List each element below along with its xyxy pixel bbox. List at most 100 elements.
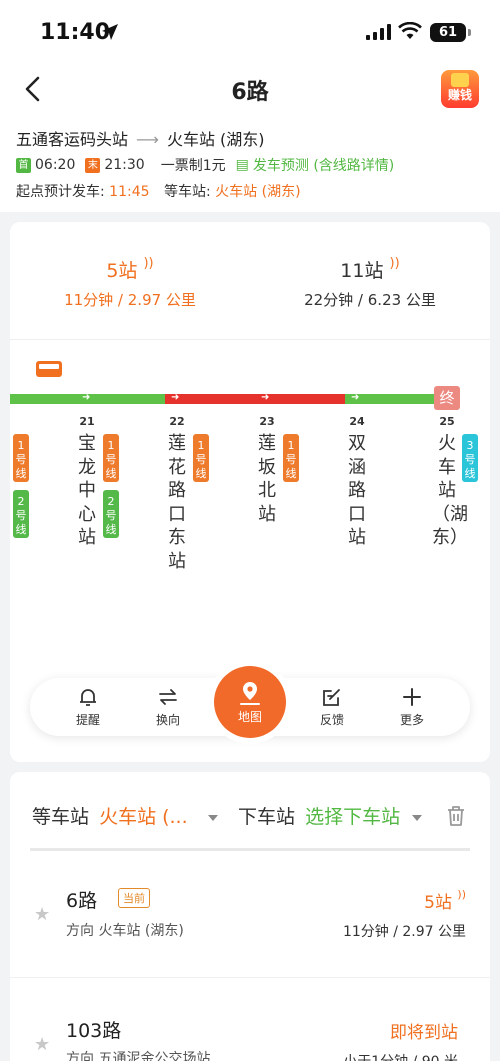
depart-time: 11:45 xyxy=(109,184,150,200)
cellular-signal-icon xyxy=(366,24,391,40)
metro-line-1-badge: 1号线 xyxy=(13,434,29,482)
bell-icon xyxy=(80,689,96,706)
bus-position-icon[interactable] xyxy=(36,361,62,377)
favorite-star-icon[interactable]: ★ xyxy=(34,904,50,925)
last-bus-tag: 末 xyxy=(85,157,101,173)
realtime-signal-icon: )) xyxy=(143,256,154,271)
stop-number: 24 xyxy=(349,415,365,428)
bus-eta-2[interactable]: 11站 )) 22分钟 / 6.23 公里 xyxy=(250,256,490,310)
chevron-down-icon xyxy=(207,814,218,821)
divider xyxy=(10,339,490,340)
feedback-label: 反馈 xyxy=(319,713,344,727)
last-bus-time: 21:30 xyxy=(104,157,145,173)
bus-eta-1-detail: 11分钟 / 2.97 公里 xyxy=(64,291,196,309)
route-origin: 五通客运码头站 xyxy=(16,130,129,149)
bus-eta-1[interactable]: 5站 )) 11分钟 / 2.97 公里 xyxy=(10,256,250,310)
location-arrow-icon xyxy=(102,24,118,40)
terminal-tag: 终 xyxy=(434,386,460,410)
switch-direction-button[interactable]: 换向 xyxy=(138,686,198,728)
status-bar: 11:40 61 xyxy=(0,0,500,66)
stop-number: 23 xyxy=(259,415,275,428)
stop-number: 21 xyxy=(79,415,95,428)
stop-name-railway-station[interactable]: 火车站（湖东） xyxy=(432,432,468,550)
wait-selector-label: 等车站 xyxy=(32,806,90,828)
realtime-signal-icon: )) xyxy=(457,888,466,901)
route-eta[interactable]: 即将到站 小于1分钟 / 90 米 xyxy=(343,1018,458,1061)
route-arrow-icon: ⟶ xyxy=(136,130,159,149)
departure-row: 起点预计发车: 11:45 等车站: 火车站 (湖东) xyxy=(16,181,301,201)
stop-name-baolong[interactable]: 宝龙中心站 xyxy=(72,432,102,550)
earn-money-gift-button[interactable]: 赚钱 xyxy=(441,70,479,108)
stop-number: 22 xyxy=(169,415,185,428)
route-name[interactable]: 103路 xyxy=(66,1016,121,1043)
wifi-icon xyxy=(398,22,422,39)
wait-station-selector[interactable]: 等车站 火车站 (... xyxy=(32,802,218,829)
first-bus-tag: 首 xyxy=(16,157,31,173)
route-eta-detail: 小于1分钟 / 90 米 xyxy=(343,1051,458,1061)
departure-forecast-link[interactable]: 发车预测 (含线路详情) xyxy=(253,155,394,175)
wait-station-value: 火车站 (湖东) xyxy=(215,184,301,200)
route-direction: 方向 五通泥金公交场站 xyxy=(66,1051,211,1061)
service-info-row: 首 06:20 末 21:30 一票制1元 ▤ 发车预测 (含线路详情) xyxy=(16,155,394,175)
route-eta[interactable]: 5站 )) 11分钟 / 2.97 公里 xyxy=(343,888,466,941)
routes-card: 等车站 火车站 (... 下车站 选择下车站 ★ 6路 当前 方向 火车站 (湖… xyxy=(10,772,490,1061)
metro-line-2-badge: 2号线 xyxy=(103,490,119,538)
wait-station-label: 等车站: xyxy=(163,184,211,200)
bus-eta-1-stops: 5站 xyxy=(106,260,138,282)
switch-label: 换向 xyxy=(155,713,180,727)
chevron-down-icon xyxy=(412,814,423,821)
stop-name-shuanghan[interactable]: 双涵路口站 xyxy=(342,432,372,550)
alight-selector-label: 下车站 xyxy=(238,806,296,828)
selector-divider xyxy=(30,848,470,851)
metro-line-1-badge: 1号线 xyxy=(283,434,299,482)
route-eta-stops: 5站 xyxy=(424,893,452,913)
depart-label: 起点预计发车: xyxy=(16,184,105,200)
page-title: 6路 xyxy=(231,80,269,105)
fare-info: 一票制1元 xyxy=(160,158,226,174)
plus-icon xyxy=(403,688,421,706)
bus-eta-2-stops: 11站 xyxy=(340,260,384,282)
stop-name-lianban[interactable]: 莲坂北站 xyxy=(252,432,282,526)
realtime-signal-icon: )) xyxy=(389,256,400,271)
wait-selector-value: 火车站 (... xyxy=(99,806,188,828)
row-divider xyxy=(10,977,490,978)
top-panel: 11:40 61 6路 赚钱 五通客运码头站 ⟶ 火车站 (湖东) 首 06:20 … xyxy=(0,0,500,212)
direction-arrow-icon: ➜ xyxy=(261,392,270,403)
remind-label: 提醒 xyxy=(75,713,100,727)
alight-station-selector[interactable]: 下车站 选择下车站 xyxy=(238,802,423,829)
trash-icon[interactable] xyxy=(446,805,466,827)
edit-note-icon xyxy=(323,689,340,706)
swap-arrows-icon xyxy=(159,689,177,705)
route-endpoints: 五通客运码头站 ⟶ 火车站 (湖东) xyxy=(16,126,265,150)
direction-arrow-icon: ➜ xyxy=(171,392,180,403)
map-pin-icon xyxy=(240,682,260,705)
first-bus-time: 06:20 xyxy=(35,157,76,173)
feedback-button[interactable]: 反馈 xyxy=(302,686,362,728)
direction-arrow-icon: ➜ xyxy=(82,392,91,403)
route-direction: 方向 火车站 (湖东) xyxy=(66,923,184,939)
route-eta-stops: 即将到站 xyxy=(390,1023,458,1043)
route-track-red xyxy=(165,394,345,404)
metro-line-1-badge: 1号线 xyxy=(103,434,119,482)
route-destination: 火车站 (湖东) xyxy=(166,130,265,149)
stop-name-lianhua[interactable]: 莲花路口东站 xyxy=(162,432,192,573)
alight-selector-value: 选择下车站 xyxy=(305,806,401,828)
battery-indicator: 61 xyxy=(430,23,471,42)
current-route-badge: 当前 xyxy=(118,888,150,908)
map-label: 地图 xyxy=(237,710,262,724)
metro-line-1-badge: 1号线 xyxy=(193,434,209,482)
bus-eta-2-detail: 22分钟 / 6.23 公里 xyxy=(304,291,436,309)
metro-line-2-badge: 2号线 xyxy=(13,490,29,538)
direction-arrow-icon: ➜ xyxy=(351,392,360,403)
remind-button[interactable]: 提醒 xyxy=(58,686,118,728)
clipboard-icon: ▤ xyxy=(235,157,249,173)
more-label: 更多 xyxy=(399,713,424,727)
favorite-star-icon[interactable]: ★ xyxy=(34,1034,50,1055)
route-eta-detail: 11分钟 / 2.97 公里 xyxy=(342,924,466,940)
line-map-card: 5站 )) 11分钟 / 2.97 公里 11站 )) 22分钟 / 6.23 … xyxy=(10,222,490,762)
map-button[interactable]: 地图 xyxy=(214,666,286,738)
route-name[interactable]: 6路 xyxy=(66,886,97,913)
stop-number: 25 xyxy=(439,415,455,428)
metro-line-3-badge: 3号线 xyxy=(462,434,478,482)
more-button[interactable]: 更多 xyxy=(382,686,442,728)
